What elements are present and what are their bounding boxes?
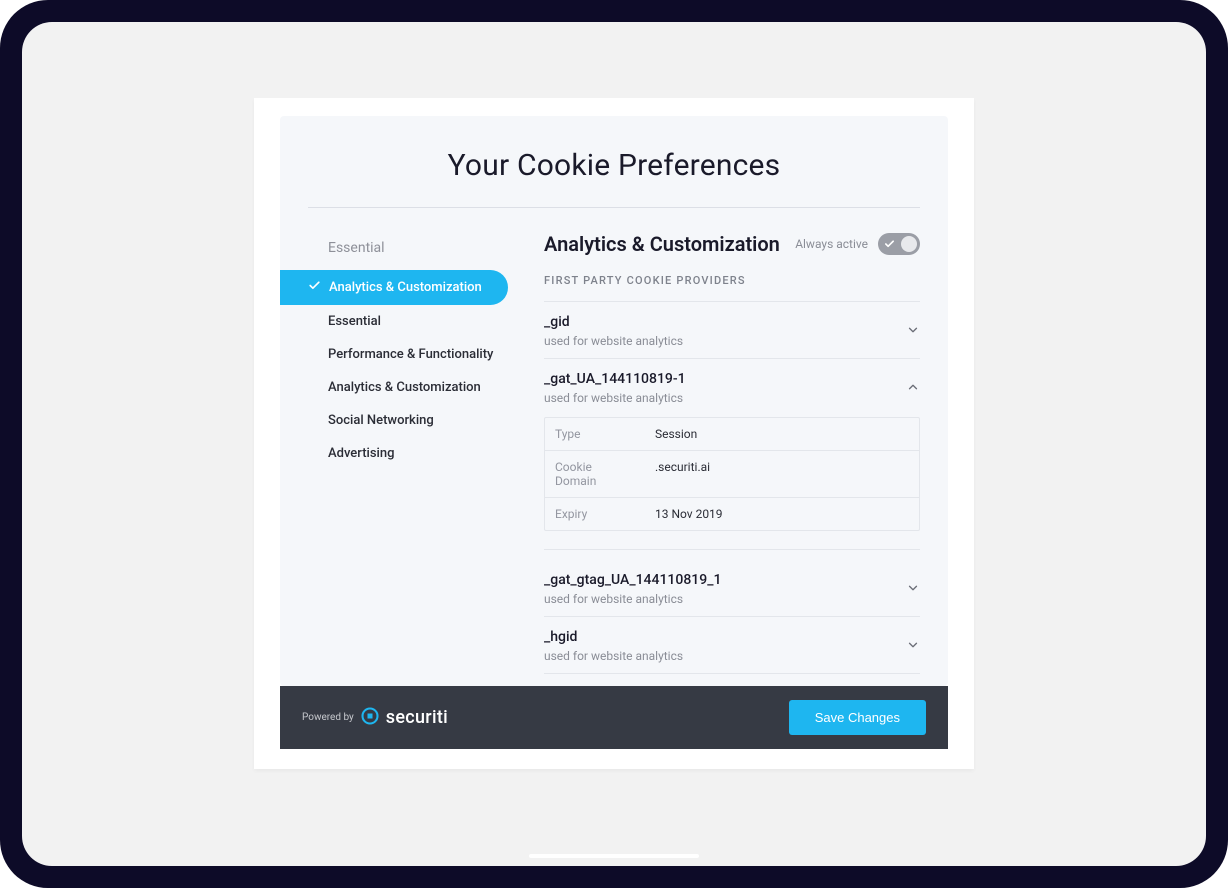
cookie-item: _hgid used for website analytics (544, 616, 920, 673)
sidebar-item-label: Advertising (328, 446, 394, 461)
cookie-item: _gat_gtag_UA_144110819_1 used for websit… (544, 560, 920, 616)
cookie-name: _gid (544, 314, 683, 330)
brand-logo-icon (360, 706, 380, 730)
cookie-preferences-panel: Your Cookie Preferences Essential Analyt… (254, 98, 974, 769)
divider (544, 673, 920, 674)
panel-inner: Your Cookie Preferences Essential Analyt… (280, 116, 948, 686)
tablet-frame: Your Cookie Preferences Essential Analyt… (0, 0, 1228, 888)
detail-value: Session (645, 418, 919, 450)
content-header: Analytics & Customization Always active (544, 232, 920, 274)
cookie-description: used for website analytics (544, 645, 683, 663)
detail-key: Type (545, 418, 645, 450)
chevron-up-icon (906, 379, 920, 398)
content-title: Analytics & Customization (544, 232, 780, 256)
powered-by-label: Powered by (302, 712, 354, 723)
tablet-screen: Your Cookie Preferences Essential Analyt… (22, 22, 1206, 866)
sidebar-item-analytics-customization-2[interactable]: Analytics & Customization (280, 371, 518, 404)
detail-value: .securiti.ai (645, 451, 919, 497)
sidebar-item-advertising[interactable]: Advertising (280, 437, 518, 470)
sidebar-item-analytics-customization[interactable]: Analytics & Customization (280, 270, 508, 305)
cookie-description: used for website analytics (544, 588, 721, 606)
detail-row: Expiry 13 Nov 2019 (545, 498, 919, 530)
cookie-toggle-row[interactable]: _gat_UA_144110819-1 used for website ana… (544, 371, 920, 405)
cookie-detail-table: Type Session Cookie Domain .securiti.ai … (544, 417, 920, 531)
page-title: Your Cookie Preferences (280, 116, 948, 207)
sidebar-heading: Essential (280, 232, 518, 270)
sidebar-item-label: Analytics & Customization (328, 380, 481, 395)
detail-value: 13 Nov 2019 (645, 498, 919, 530)
chevron-down-icon (906, 322, 920, 341)
cookie-name: _hgid (544, 629, 683, 645)
toggle-knob (901, 236, 917, 252)
sidebar-item-label: Performance & Functionality (328, 347, 493, 362)
check-icon (884, 235, 895, 254)
cookie-item: _gat_UA_144110819-1 used for website ana… (544, 358, 920, 560)
detail-key: Expiry (545, 498, 645, 530)
always-active-wrap: Always active (795, 233, 920, 255)
panel-body: Essential Analytics & Customization Esse… (280, 208, 948, 674)
category-sidebar: Essential Analytics & Customization Esse… (280, 232, 518, 674)
always-active-label: Always active (795, 237, 868, 251)
chevron-down-icon (906, 580, 920, 599)
cookie-name: _gat_UA_144110819-1 (544, 371, 686, 387)
chevron-down-icon (906, 637, 920, 656)
sidebar-item-essential[interactable]: Essential (280, 305, 518, 338)
detail-row: Type Session (545, 418, 919, 451)
cookie-toggle-row[interactable]: _gid used for website analytics (544, 314, 920, 348)
cookie-item: _gid used for website analytics (544, 301, 920, 358)
cookie-toggle-row[interactable]: _hgid used for website analytics (544, 629, 920, 663)
sidebar-item-social-networking[interactable]: Social Networking (280, 404, 518, 437)
divider (544, 549, 920, 550)
cookie-description: used for website analytics (544, 330, 683, 348)
section-label: FIRST PARTY COOKIE PROVIDERS (544, 274, 920, 301)
detail-key: Cookie Domain (545, 451, 645, 497)
brand-name: securiti (386, 707, 448, 728)
powered-by: Powered by securiti (302, 706, 448, 730)
brand: securiti (360, 706, 448, 730)
sidebar-item-label: Essential (328, 314, 381, 329)
save-changes-button[interactable]: Save Changes (789, 700, 926, 735)
cookie-description: used for website analytics (544, 387, 686, 405)
detail-row: Cookie Domain .securiti.ai (545, 451, 919, 498)
panel-footer: Powered by securiti Save Changes (280, 686, 948, 749)
content-area: Analytics & Customization Always active (518, 232, 920, 674)
cookie-toggle-row[interactable]: _gat_gtag_UA_144110819_1 used for websit… (544, 572, 920, 606)
sidebar-item-performance-functionality[interactable]: Performance & Functionality (280, 338, 518, 371)
cookie-name: _gat_gtag_UA_144110819_1 (544, 572, 721, 588)
home-indicator (529, 854, 699, 858)
always-active-toggle[interactable] (878, 233, 920, 255)
sidebar-item-label: Social Networking (328, 413, 434, 428)
sidebar-item-label: Analytics & Customization (329, 280, 482, 295)
spacer (254, 749, 974, 769)
check-icon (308, 279, 321, 296)
